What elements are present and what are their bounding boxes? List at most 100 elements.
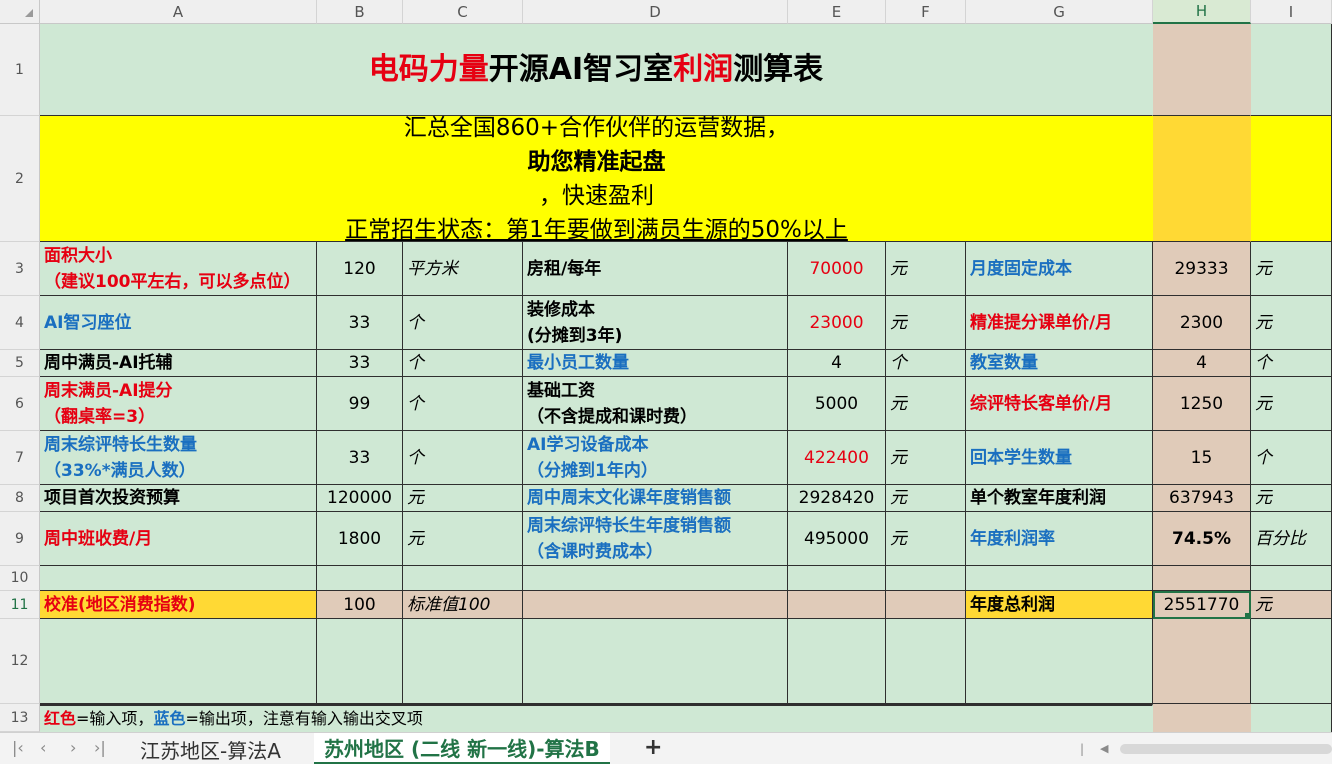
cell-f5[interactable]: 个	[886, 350, 966, 377]
cell-d5[interactable]: 最小员工数量	[523, 350, 788, 377]
cell-b7[interactable]: 33	[317, 431, 403, 485]
cell-f11[interactable]	[886, 591, 966, 619]
cell-c5[interactable]: 个	[403, 350, 523, 377]
cell-g8[interactable]: 单个教室年度利润	[966, 485, 1153, 512]
cell-a9[interactable]: 周中班收费/月	[40, 512, 317, 566]
cell-a12[interactable]	[40, 619, 317, 704]
legend-cell[interactable]: 红色 =输入项， 蓝色 =输出项，注意有输入输出交叉项	[40, 704, 1153, 732]
select-all-corner[interactable]	[0, 0, 40, 24]
cell-i1[interactable]	[1251, 24, 1332, 116]
row-header-4[interactable]: 4	[0, 296, 40, 350]
cell-h2[interactable]	[1153, 116, 1251, 242]
cell-e4[interactable]: 23000	[788, 296, 886, 350]
cell-h12[interactable]	[1153, 619, 1251, 704]
cell-i11[interactable]: 元	[1251, 591, 1332, 619]
cell-a6[interactable]: 周末满员-AI提分 （翻桌率=3）	[40, 377, 317, 431]
cell-b5[interactable]: 33	[317, 350, 403, 377]
cell-d11[interactable]	[523, 591, 788, 619]
cell-i7[interactable]: 个	[1251, 431, 1332, 485]
title-cell[interactable]: 电码力量 开源AI智习室 利润 测算表	[40, 24, 1153, 116]
cell-i6[interactable]: 元	[1251, 377, 1332, 431]
cell-a11[interactable]: 校准(地区消费指数)	[40, 591, 317, 619]
cell-d7[interactable]: AI学习设备成本 （分摊到1年内）	[523, 431, 788, 485]
horizontal-scrollbar[interactable]	[1120, 744, 1332, 754]
cell-c3[interactable]: 平方米	[403, 242, 523, 296]
col-header-h[interactable]: H	[1153, 0, 1251, 24]
col-header-i[interactable]: I	[1251, 0, 1332, 24]
cell-f10[interactable]	[886, 566, 966, 591]
cell-a8[interactable]: 项目首次投资预算	[40, 485, 317, 512]
cell-d9[interactable]: 周末综评特长生年度销售额 （含课时费成本）	[523, 512, 788, 566]
cell-b12[interactable]	[317, 619, 403, 704]
cell-b3[interactable]: 120	[317, 242, 403, 296]
next-sheet-icon[interactable]: ›	[70, 738, 76, 757]
cell-e6[interactable]: 5000	[788, 377, 886, 431]
row-header-3[interactable]: 3	[0, 242, 40, 296]
cell-b11[interactable]: 100	[317, 591, 403, 619]
cell-i4[interactable]: 元	[1251, 296, 1332, 350]
cell-i8[interactable]: 元	[1251, 485, 1332, 512]
cell-e10[interactable]	[788, 566, 886, 591]
row-header-2[interactable]: 2	[0, 116, 40, 242]
add-sheet-button[interactable]: +	[644, 735, 662, 760]
cell-e7[interactable]: 422400	[788, 431, 886, 485]
row-header-11[interactable]: 11	[0, 591, 40, 619]
col-header-e[interactable]: E	[788, 0, 886, 24]
cell-c9[interactable]: 元	[403, 512, 523, 566]
cell-b4[interactable]: 33	[317, 296, 403, 350]
cell-f7[interactable]: 元	[886, 431, 966, 485]
cell-c8[interactable]: 元	[403, 485, 523, 512]
cell-i5[interactable]: 个	[1251, 350, 1332, 377]
row-header-1[interactable]: 1	[0, 24, 40, 116]
cell-a3[interactable]: 面积大小 （建议100平左右，可以多点位）	[40, 242, 317, 296]
row-header-12[interactable]: 12	[0, 619, 40, 704]
cell-g10[interactable]	[966, 566, 1153, 591]
cell-e8[interactable]: 2928420	[788, 485, 886, 512]
cell-c10[interactable]	[403, 566, 523, 591]
cell-f12[interactable]	[886, 619, 966, 704]
cell-e5[interactable]: 4	[788, 350, 886, 377]
col-header-f[interactable]: F	[886, 0, 966, 24]
cell-i12[interactable]	[1251, 619, 1332, 704]
cell-c4[interactable]: 个	[403, 296, 523, 350]
cell-a4[interactable]: AI智习座位	[40, 296, 317, 350]
cell-b8[interactable]: 120000	[317, 485, 403, 512]
row-header-9[interactable]: 9	[0, 512, 40, 566]
cell-d8[interactable]: 周中周末文化课年度销售额	[523, 485, 788, 512]
cell-h9[interactable]: 74.5%	[1153, 512, 1251, 566]
cell-h7[interactable]: 15	[1153, 431, 1251, 485]
scroll-left-icon[interactable]: ◀	[1100, 742, 1108, 755]
cell-g5[interactable]: 教室数量	[966, 350, 1153, 377]
cell-h4[interactable]: 2300	[1153, 296, 1251, 350]
row-header-7[interactable]: 7	[0, 431, 40, 485]
cell-d10[interactable]	[523, 566, 788, 591]
col-header-c[interactable]: C	[403, 0, 523, 24]
cell-b10[interactable]	[317, 566, 403, 591]
cell-g4[interactable]: 精准提分课单价/月	[966, 296, 1153, 350]
cell-a5[interactable]: 周中满员-AI托辅	[40, 350, 317, 377]
cell-c12[interactable]	[403, 619, 523, 704]
cell-i3[interactable]: 元	[1251, 242, 1332, 296]
cell-g11[interactable]: 年度总利润	[966, 591, 1153, 619]
row-header-8[interactable]: 8	[0, 485, 40, 512]
cell-g9[interactable]: 年度利润率	[966, 512, 1153, 566]
banner-cell[interactable]: 汇总全国860+合作伙伴的运营数据， 助您精准起盘 ，快速盈利 正常招生状态：第1年…	[40, 116, 1153, 242]
row-header-6[interactable]: 6	[0, 377, 40, 431]
cell-g3[interactable]: 月度固定成本	[966, 242, 1153, 296]
cell-i2[interactable]	[1251, 116, 1332, 242]
cell-i13[interactable]	[1251, 704, 1332, 732]
col-header-b[interactable]: B	[317, 0, 403, 24]
cell-f3[interactable]: 元	[886, 242, 966, 296]
cell-f4[interactable]: 元	[886, 296, 966, 350]
cell-d3[interactable]: 房租/每年	[523, 242, 788, 296]
row-header-5[interactable]: 5	[0, 350, 40, 377]
cell-a7[interactable]: 周末综评特长生数量 （33%*满员人数）	[40, 431, 317, 485]
cell-f9[interactable]: 元	[886, 512, 966, 566]
cell-f6[interactable]: 元	[886, 377, 966, 431]
cell-h6[interactable]: 1250	[1153, 377, 1251, 431]
cell-h3[interactable]: 29333	[1153, 242, 1251, 296]
last-sheet-icon[interactable]: ›|	[94, 738, 106, 757]
row-header-13[interactable]: 13	[0, 704, 40, 732]
cell-e12[interactable]	[788, 619, 886, 704]
cell-i9[interactable]: 百分比	[1251, 512, 1332, 566]
